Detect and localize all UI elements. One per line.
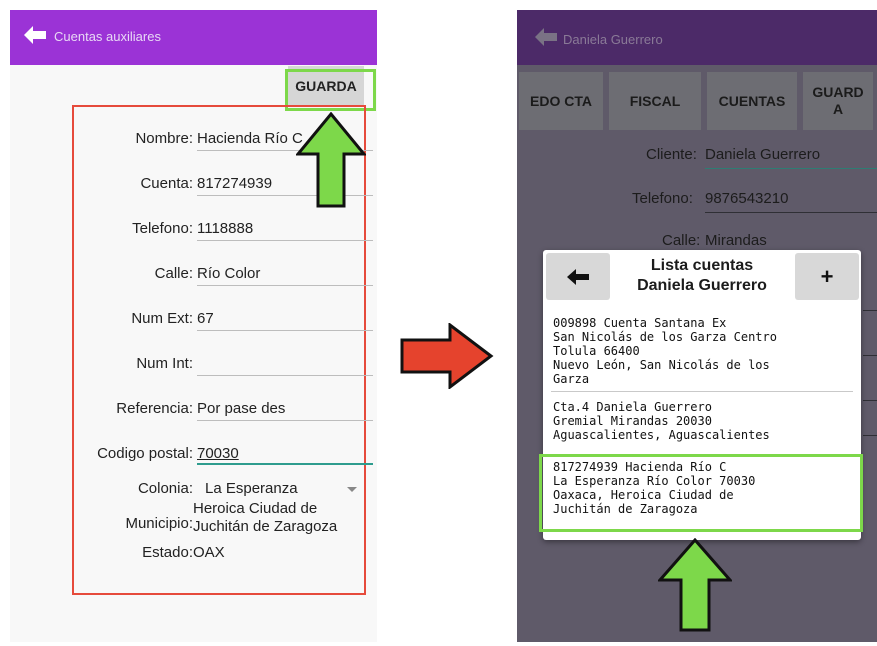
red-right-arrow-icon xyxy=(400,321,494,394)
background-line xyxy=(863,400,877,401)
cliente-field[interactable]: Daniela Guerrero xyxy=(705,146,820,163)
tab-cuentas[interactable]: CUENTAS xyxy=(707,72,797,130)
calle-label: Calle: xyxy=(154,265,193,282)
codigo-postal-underline xyxy=(197,463,373,465)
referencia-label: Referencia: xyxy=(116,400,193,417)
colonia-row: Colonia: xyxy=(80,476,193,506)
estado-value: OAX xyxy=(193,544,225,561)
colonia-label: Colonia: xyxy=(137,480,193,497)
chevron-down-icon[interactable] xyxy=(347,487,357,492)
estado-row: Estado: xyxy=(80,540,193,570)
municipio-line1: Heroica Ciudad de xyxy=(193,500,318,517)
cuenta-row: Cuenta: xyxy=(80,171,193,201)
codigo-postal-field[interactable]: 70030 xyxy=(197,445,367,462)
num-int-label: Num Int: xyxy=(136,355,193,372)
telefono-field[interactable]: 1118888 xyxy=(197,220,367,237)
cliente-underline xyxy=(705,168,877,169)
telefono-field-right[interactable]: 9876543210 xyxy=(705,190,788,207)
municipio-row: Municipio: xyxy=(80,511,193,541)
cliente-label: Cliente: xyxy=(646,146,697,163)
left-app-bar: Cuentas auxiliares xyxy=(10,10,377,65)
cuenta-label: Cuenta: xyxy=(140,175,193,192)
dialog-add-button[interactable]: + xyxy=(795,253,859,300)
selected-account-highlight xyxy=(539,454,863,532)
municipio-label: Municipio: xyxy=(125,515,193,532)
background-line xyxy=(863,310,877,311)
background-line xyxy=(863,435,877,436)
codigo-postal-label: Codigo postal: xyxy=(97,445,193,462)
calle-field-right[interactable]: Mirandas xyxy=(705,232,767,249)
referencia-underline xyxy=(197,420,373,421)
colonia-select[interactable]: La Esperanza xyxy=(205,480,335,497)
right-app-bar: Daniela Guerrero xyxy=(517,10,877,65)
arrow-left-icon xyxy=(567,268,589,285)
green-up-arrow-icon xyxy=(294,111,368,213)
num-ext-label: Num Ext: xyxy=(131,310,193,327)
account-list-item[interactable]: Cta.4 Daniela Guerrero Gremial Mirandas … xyxy=(553,400,853,445)
calle-field[interactable]: Río Color xyxy=(197,265,367,282)
right-title: Daniela Guerrero xyxy=(563,32,663,47)
telefono-label: Telefono: xyxy=(132,220,193,237)
tab-edo-cta[interactable]: EDO CTA xyxy=(519,72,603,130)
telefono-underline xyxy=(197,240,373,241)
telefono-label-right: Telefono: xyxy=(632,190,693,207)
dialog-back-button[interactable] xyxy=(546,253,610,300)
dialog-title: Lista cuentas Daniela Guerrero xyxy=(615,256,789,296)
num-ext-row: Num Ext: xyxy=(80,306,193,336)
account-list-item[interactable]: 009898 Cuenta Santana Ex San Nicolás de … xyxy=(553,316,853,386)
municipio-line2: Juchitán de Zaragoza xyxy=(193,518,338,535)
dialog-title-line1: Lista cuentas xyxy=(650,257,754,274)
calle-underline xyxy=(197,285,373,286)
num-ext-field[interactable]: 67 xyxy=(197,310,367,327)
calle-label-right: Calle: xyxy=(662,232,701,249)
municipio-value: Heroica Ciudad de Juchitán de Zaragoza xyxy=(193,500,337,536)
nombre-row: Nombre: xyxy=(80,126,193,156)
referencia-field[interactable]: Por pase des xyxy=(197,400,367,417)
list-divider xyxy=(551,391,853,392)
referencia-row: Referencia: xyxy=(80,396,193,426)
num-int-row: Num Int: xyxy=(80,351,193,381)
left-title: Cuentas auxiliares xyxy=(54,29,161,44)
codigo-postal-row: Codigo postal: xyxy=(76,441,193,471)
nombre-label: Nombre: xyxy=(135,130,193,147)
arrow-left-icon[interactable] xyxy=(535,28,557,46)
tab-fiscal[interactable]: FISCAL xyxy=(609,72,701,130)
num-int-underline xyxy=(197,375,373,376)
num-ext-underline xyxy=(197,330,373,331)
green-up-arrow-icon xyxy=(656,537,734,637)
dialog-title-line2: Daniela Guerrero xyxy=(637,277,767,294)
tab-guarda[interactable]: GUARD A xyxy=(803,72,873,130)
background-line xyxy=(863,355,877,356)
arrow-left-icon[interactable] xyxy=(24,26,46,44)
estado-label: Estado: xyxy=(142,544,193,561)
calle-row: Calle: xyxy=(80,261,193,291)
telefono-row: Telefono: xyxy=(80,216,193,246)
telefono-underline-right xyxy=(705,212,877,213)
